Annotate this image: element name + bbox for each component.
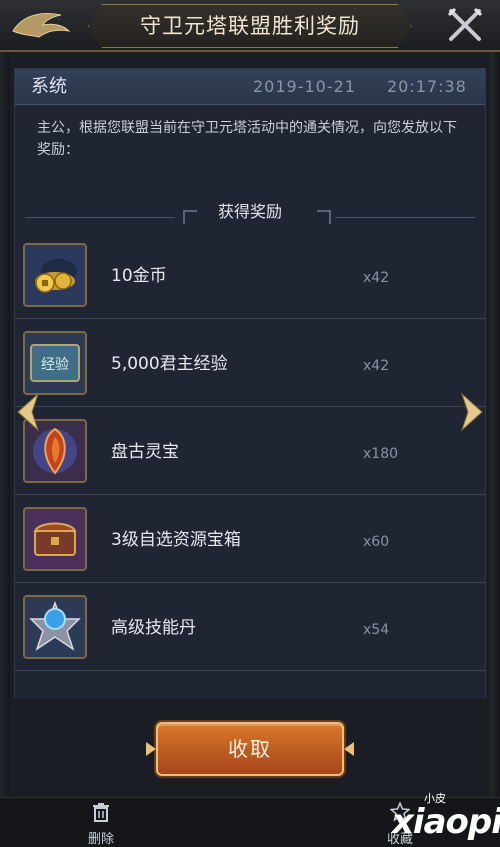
next-mail-button[interactable]: [458, 392, 486, 432]
dragon-back-icon: [12, 13, 71, 38]
resource-chest-icon: [23, 507, 87, 571]
delete-button[interactable]: 删除: [76, 802, 126, 847]
crossed-swords-close-icon: [447, 7, 483, 41]
skill-pill-icon: [23, 595, 87, 659]
claim-button[interactable]: 收取: [156, 722, 344, 776]
mail-header: 系统 2019-10-21 20:17:38: [15, 69, 485, 105]
reward-name: 3级自选资源宝箱: [111, 530, 241, 550]
exp-icon-text: 经验: [41, 357, 69, 373]
reward-name: 10金币: [111, 266, 167, 286]
reward-name: 盘古灵宝: [111, 442, 179, 462]
reward-list[interactable]: 10金币 x42 经验 5,000君主经验 x42 盘古灵宝 x180 3级自选…: [15, 233, 485, 699]
reward-row: 3级自选资源宝箱 x60: [15, 497, 485, 583]
reward-row: 经验 5,000君主经验 x42: [15, 321, 485, 407]
reward-name: 5,000君主经验: [111, 354, 228, 374]
title-bar: 守卫元塔联盟胜利奖励: [0, 0, 500, 52]
back-button[interactable]: [0, 0, 84, 50]
mail-panel: 系统 2019-10-21 20:17:38 主公，根据您联盟当前在守卫元塔活动…: [14, 68, 486, 699]
right-frame: [490, 52, 500, 797]
mail-time: 20:17:38: [387, 77, 467, 96]
reward-count: x42: [363, 358, 390, 374]
reward-row: 高级技能丹 x54: [15, 585, 485, 671]
page-title: 守卫元塔联盟胜利奖励: [140, 14, 360, 38]
delete-label: 删除: [87, 832, 114, 847]
mail-body-text: 主公，根据您联盟当前在守卫元塔活动中的通关情况，向您发放以下奖励：: [37, 120, 457, 158]
reward-count: x60: [363, 534, 390, 550]
reward-count: x42: [363, 270, 390, 286]
close-button[interactable]: [430, 0, 500, 50]
watermark-logo-text: xiaopi: [392, 802, 500, 842]
chevron-left-icon: [17, 392, 40, 432]
reward-row: 盘古灵宝 x180: [15, 409, 485, 495]
left-frame: [0, 52, 10, 797]
experience-book-icon: 经验: [23, 331, 87, 395]
reward-count: x54: [363, 622, 390, 638]
mail-sender: 系统: [31, 76, 67, 97]
reward-count: x180: [363, 446, 399, 462]
gold-coin-icon: [23, 243, 87, 307]
reward-name: 高级技能丹: [111, 618, 196, 638]
rewards-section-title: 获得奖励: [217, 202, 282, 221]
site-watermark: 小皮 xiaopi: [384, 790, 500, 847]
reward-row: 10金币 x42: [15, 233, 485, 319]
trash-icon: [93, 803, 109, 822]
previous-mail-button[interactable]: [14, 392, 42, 432]
list-bottom-mask: [15, 679, 485, 699]
chevron-right-icon: [460, 392, 483, 432]
mail-date: 2019-10-21: [253, 77, 356, 96]
